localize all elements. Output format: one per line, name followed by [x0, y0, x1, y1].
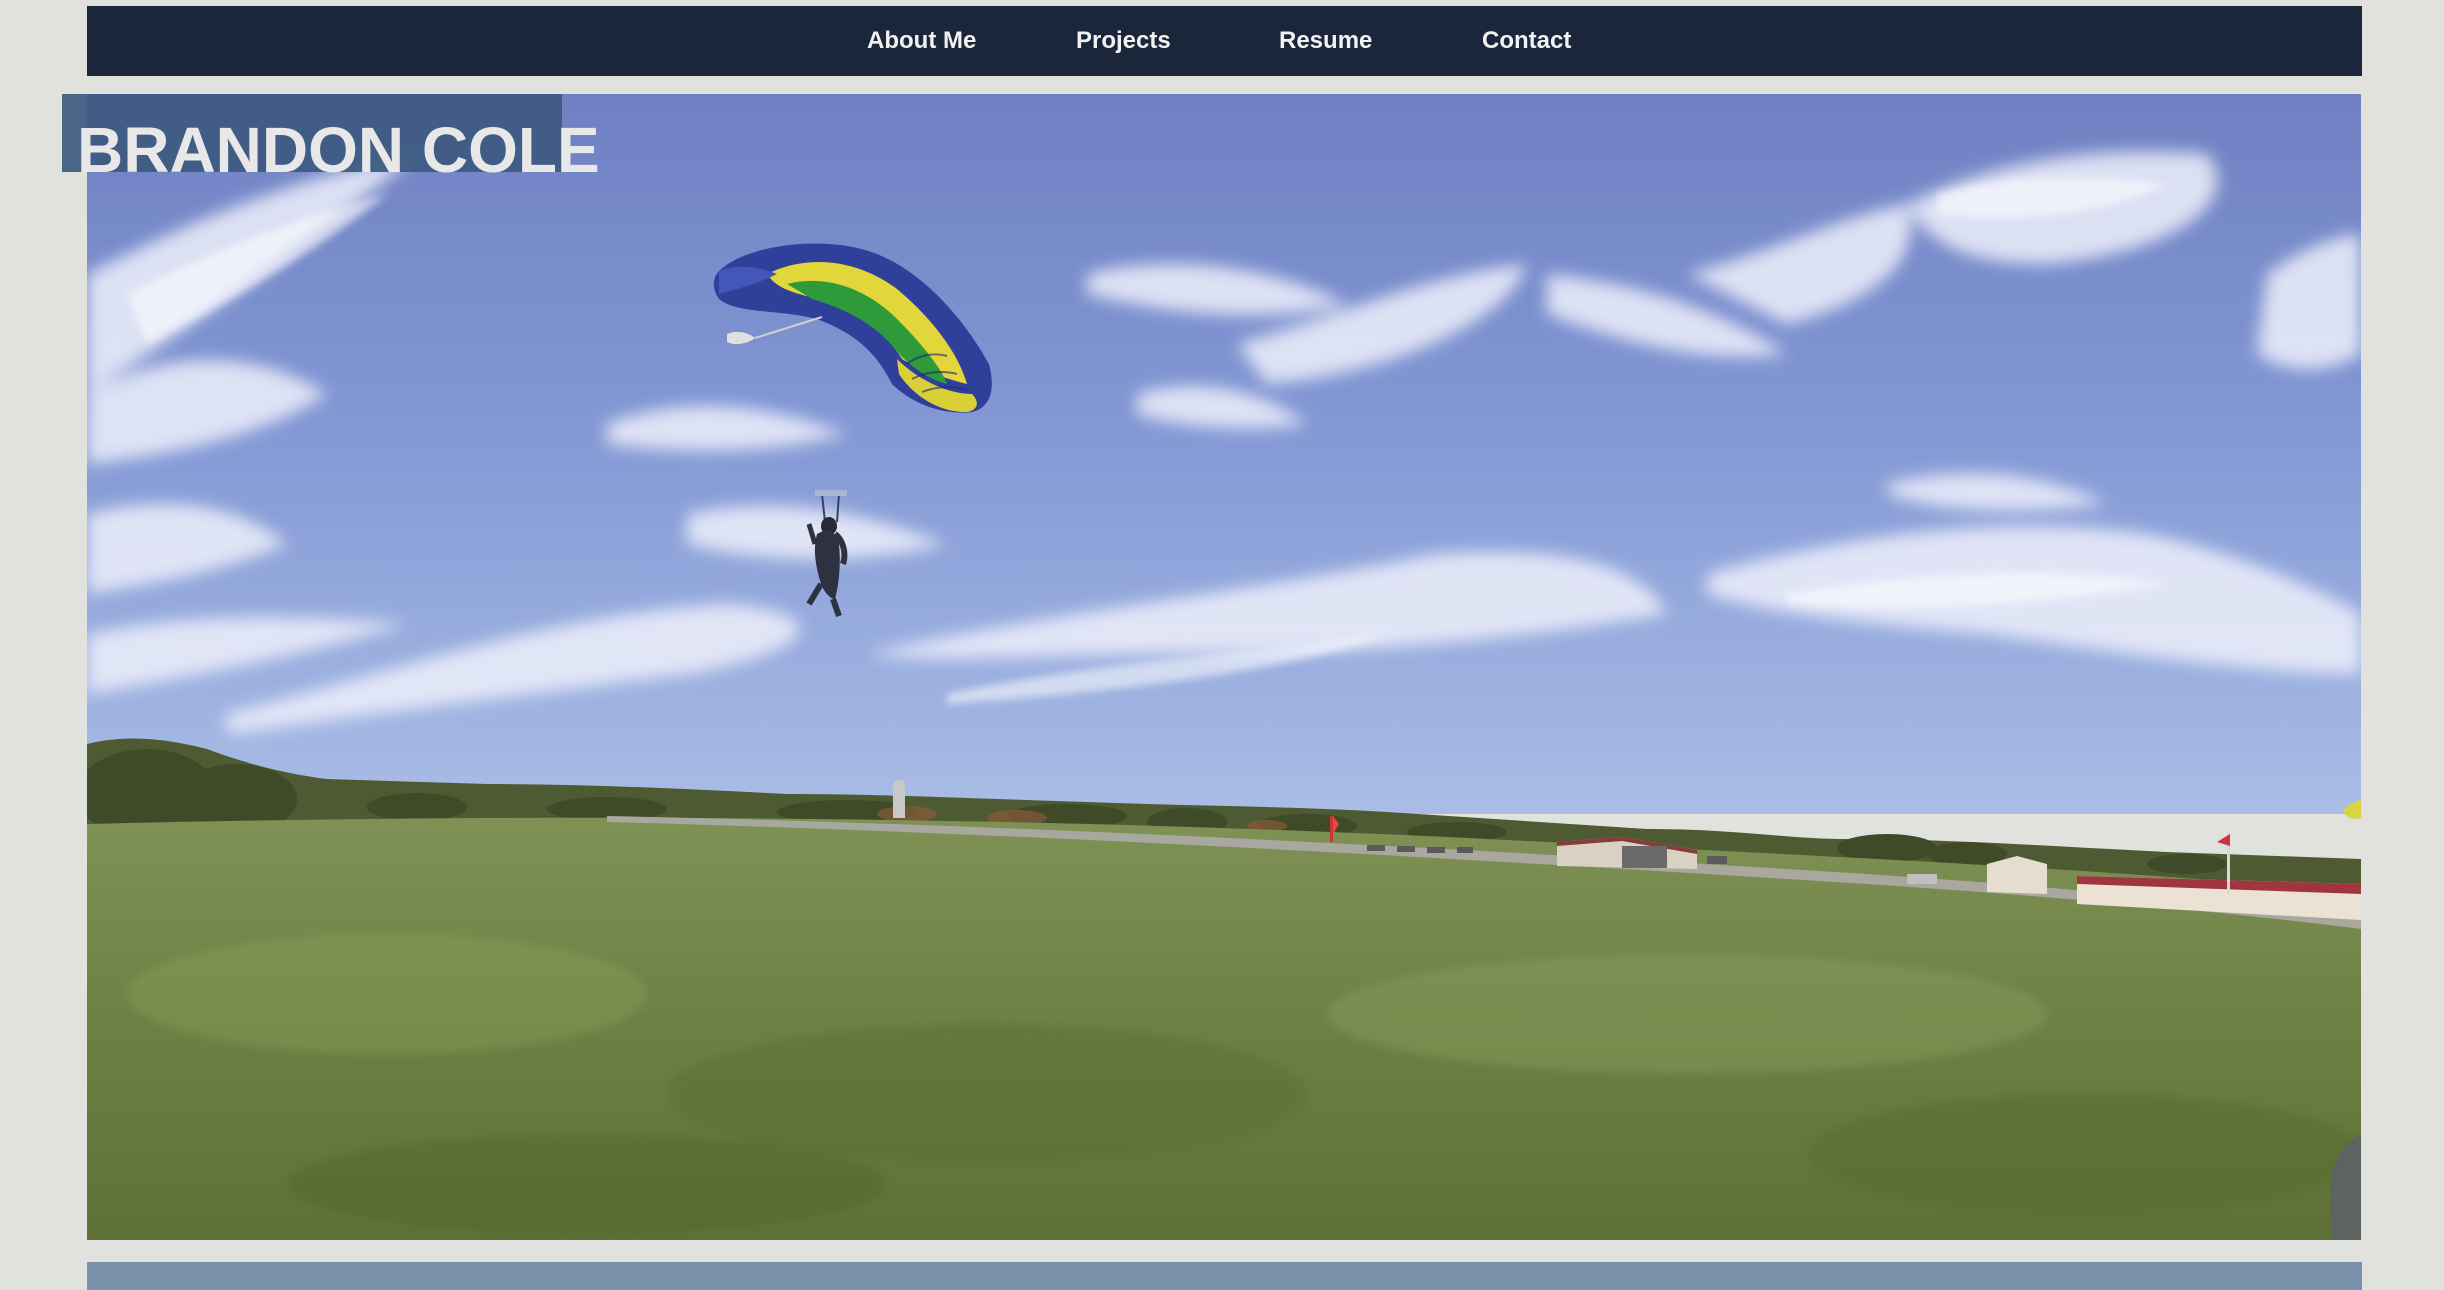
content-section-bar — [87, 1262, 2362, 1290]
nav-link-resume[interactable]: Resume — [1279, 6, 1372, 76]
top-navigation: About Me Projects Resume Contact — [87, 6, 2362, 76]
nav-link-about-me[interactable]: About Me — [867, 6, 976, 76]
nav-link-projects[interactable]: Projects — [1076, 6, 1171, 76]
site-owner-name: BRANDON COLE — [77, 114, 600, 186]
hero-image — [87, 94, 2361, 1240]
nav-link-contact[interactable]: Contact — [1482, 6, 1571, 76]
